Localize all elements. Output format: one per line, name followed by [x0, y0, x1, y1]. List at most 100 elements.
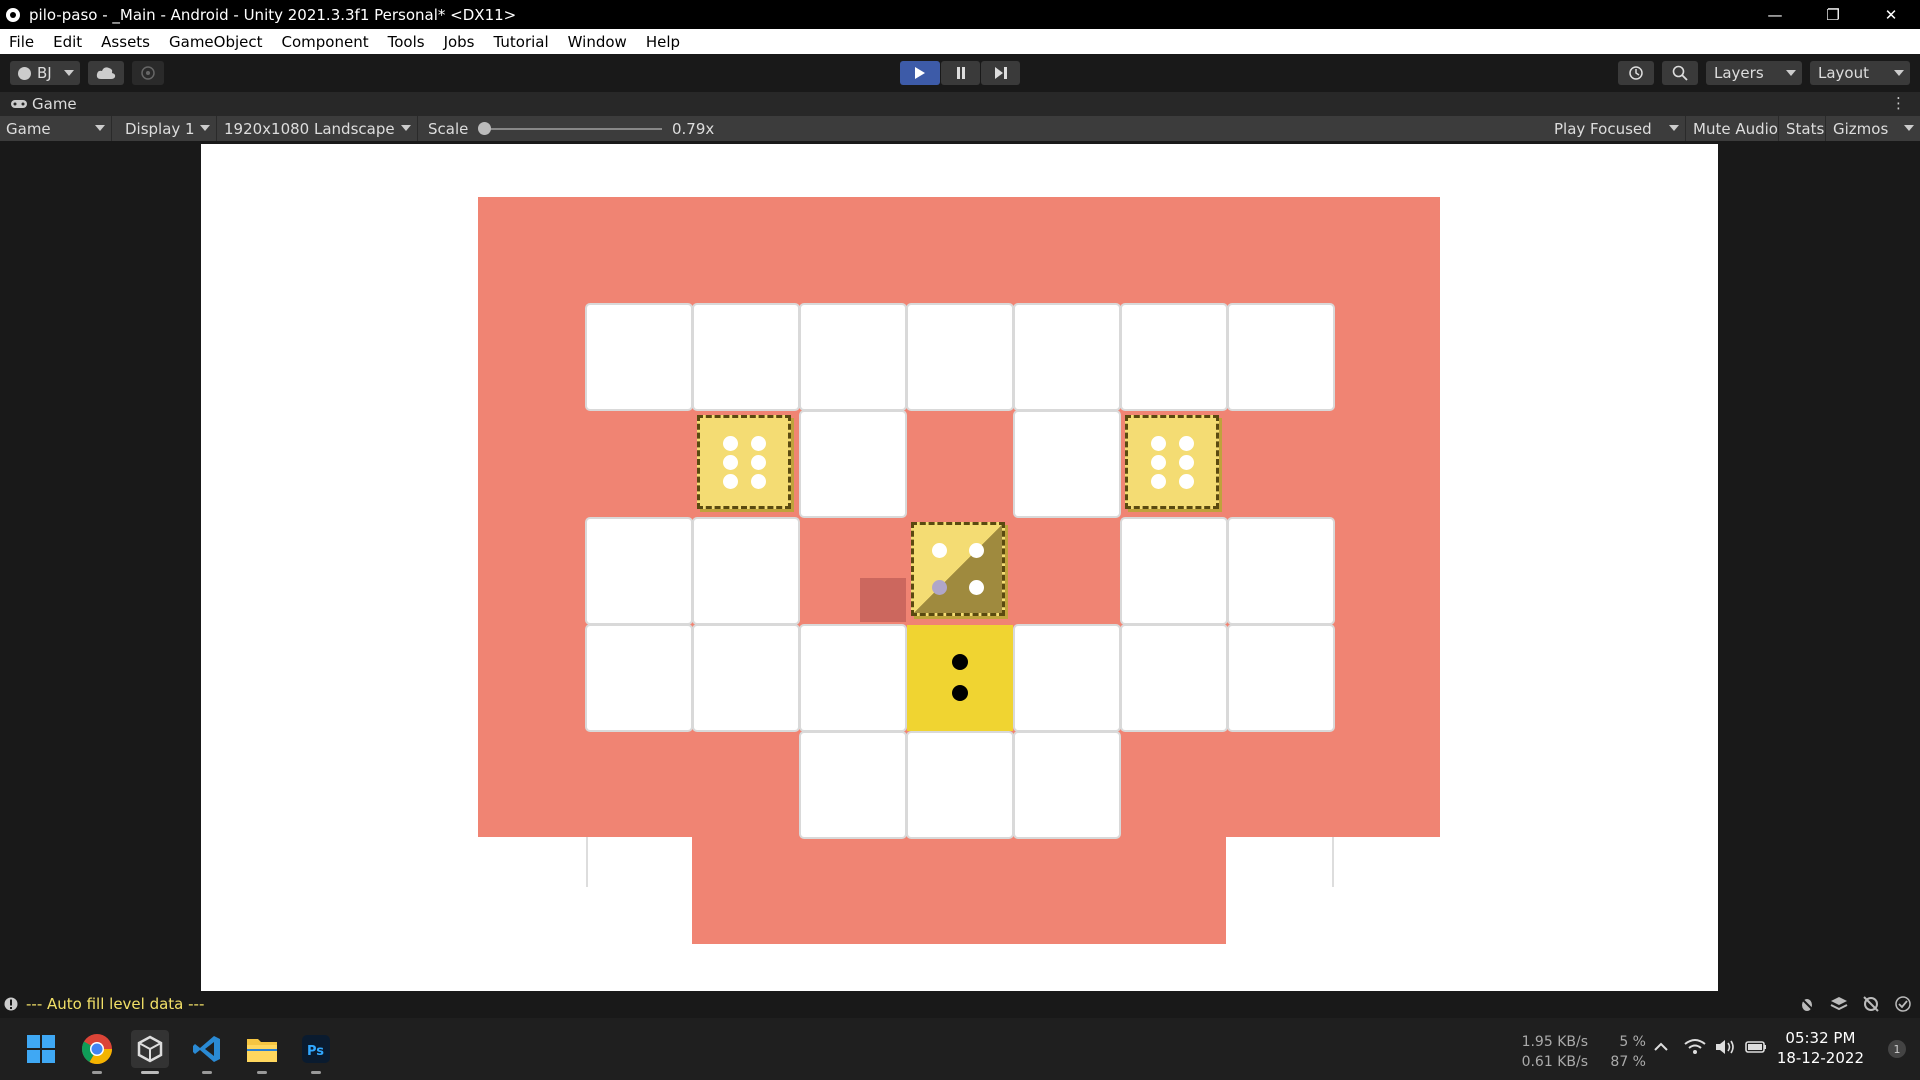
menu-jobs[interactable]: Jobs — [435, 33, 485, 51]
step-button[interactable] — [981, 61, 1020, 85]
photoshop-icon: Ps — [302, 1035, 330, 1063]
mute-audio-toggle[interactable]: Mute Audio — [1687, 116, 1779, 141]
taskbar-vscode[interactable] — [188, 1030, 226, 1074]
taskbar-unity[interactable] — [131, 1030, 169, 1074]
system-clock[interactable]: 05:32 PM 18-12-2022 — [1777, 1028, 1864, 1068]
pause-button[interactable] — [941, 61, 980, 85]
notification-badge[interactable]: 1 — [1888, 1040, 1906, 1058]
stats-toggle[interactable]: Stats — [1780, 116, 1826, 141]
board-cell[interactable] — [587, 305, 691, 409]
taskbar-file-explorer[interactable] — [243, 1030, 281, 1074]
board-cell[interactable] — [1229, 519, 1333, 623]
tab-game[interactable]: Game — [0, 95, 77, 113]
volume-icon[interactable] — [1714, 1038, 1736, 1060]
board-cell[interactable] — [1122, 305, 1226, 409]
menu-edit[interactable]: Edit — [44, 33, 92, 51]
wifi-icon[interactable] — [1684, 1038, 1706, 1060]
play-focused-dropdown[interactable]: Play Focused — [1548, 116, 1686, 141]
game-canvas[interactable] — [201, 144, 1718, 991]
board-cell[interactable] — [694, 305, 798, 409]
board-cell[interactable] — [1015, 733, 1119, 837]
board-cell[interactable] — [1122, 626, 1226, 730]
taskbar-chrome[interactable] — [78, 1030, 116, 1074]
unity-logo-icon — [6, 7, 20, 22]
menu-help[interactable]: Help — [637, 33, 690, 51]
network-speed: 1.95 KB/s 0.61 KB/s — [1500, 1032, 1588, 1072]
net-down-value: 0.61 KB/s — [1521, 1054, 1588, 1070]
resolution-dropdown[interactable]: 1920x1080 Landscape — [218, 116, 418, 141]
taskbar-photoshop[interactable]: Ps — [297, 1030, 335, 1074]
chevron-down-icon — [1669, 125, 1679, 131]
cloud-button[interactable] — [88, 61, 124, 85]
board-cell[interactable] — [1015, 305, 1119, 409]
minimize-button[interactable]: — — [1746, 0, 1804, 29]
board-cell[interactable] — [1122, 519, 1226, 623]
scale-slider-handle[interactable] — [478, 122, 491, 135]
pause-icon — [956, 67, 965, 79]
board-cell[interactable] — [908, 305, 1012, 409]
board-cell[interactable] — [694, 519, 798, 623]
board-cell[interactable] — [908, 733, 1012, 837]
board-cell[interactable] — [801, 733, 905, 837]
gamepad-icon — [11, 100, 27, 108]
player-dice[interactable] — [907, 625, 1013, 731]
cloud-icon — [96, 67, 116, 79]
chevron-down-icon — [200, 125, 210, 131]
chrome-icon — [81, 1034, 112, 1065]
restore-button[interactable]: ❐ — [1804, 0, 1862, 29]
menu-component[interactable]: Component — [273, 33, 379, 51]
menu-gameobject[interactable]: GameObject — [160, 33, 273, 51]
board-cell[interactable] — [801, 412, 905, 516]
bug-icon[interactable] — [1798, 995, 1816, 1013]
dice-target-four — [911, 522, 1005, 616]
windows-taskbar: Ps 1.95 KB/s 0.61 KB/s 5 % 87 % 05:32 PM… — [0, 1018, 1920, 1080]
menu-file[interactable]: File — [0, 33, 44, 51]
board-cell[interactable] — [1229, 626, 1333, 730]
svg-text:Ps: Ps — [307, 1044, 324, 1059]
menu-assets[interactable]: Assets — [92, 33, 160, 51]
layout-dropdown[interactable]: Layout — [1810, 61, 1910, 85]
board-cell[interactable] — [587, 626, 691, 730]
menu-window[interactable]: Window — [559, 33, 637, 51]
menu-tutorial[interactable]: Tutorial — [485, 33, 559, 51]
mute-audio-label: Mute Audio — [1693, 119, 1778, 138]
board-cell[interactable] — [801, 305, 905, 409]
step-icon — [994, 67, 1007, 79]
play-button[interactable] — [900, 61, 940, 85]
board-post — [586, 837, 588, 887]
board-cell[interactable] — [587, 519, 691, 623]
window-title: pilo-paso - _Main - Android - Unity 2021… — [29, 5, 517, 24]
stats-label: Stats — [1786, 119, 1825, 138]
check-circle-icon[interactable] — [1894, 995, 1912, 1013]
chevron-down-icon — [1786, 70, 1796, 76]
close-button[interactable]: ✕ — [1862, 0, 1920, 29]
board-cell[interactable] — [1015, 626, 1119, 730]
layers-dropdown[interactable]: Layers — [1706, 61, 1802, 85]
kebab-menu-icon[interactable]: ⋮ — [1891, 94, 1906, 112]
scale-label: Scale — [428, 119, 469, 138]
tray-overflow-chevron-icon[interactable] — [1652, 1038, 1670, 1060]
layers-icon[interactable] — [1830, 995, 1848, 1013]
collab-button[interactable] — [132, 61, 164, 85]
status-message[interactable]: --- Auto fill level data --- — [26, 995, 204, 1013]
menu-tools[interactable]: Tools — [379, 33, 435, 51]
search-button[interactable] — [1662, 61, 1698, 85]
gizmos-dropdown[interactable]: Gizmos — [1827, 116, 1920, 141]
board-cell[interactable] — [1015, 412, 1119, 516]
dice-shadow — [860, 578, 906, 622]
sync-off-icon[interactable] — [1862, 995, 1880, 1013]
board-cell[interactable] — [801, 626, 905, 730]
start-button[interactable] — [22, 1030, 60, 1068]
resolution-label: 1920x1080 Landscape — [224, 119, 395, 138]
tab-game-label: Game — [32, 95, 77, 113]
chevron-down-icon — [64, 70, 74, 76]
history-button[interactable] — [1618, 61, 1654, 85]
board-cell[interactable] — [694, 626, 798, 730]
scale-slider[interactable] — [478, 122, 662, 135]
battery-icon[interactable] — [1744, 1038, 1768, 1060]
clock-time: 05:32 PM — [1785, 1029, 1856, 1047]
board-cell[interactable] — [1229, 305, 1333, 409]
display-dropdown[interactable]: Display 1 — [119, 116, 217, 141]
view-dropdown[interactable]: Game — [0, 116, 112, 141]
account-dropdown[interactable]: BJ — [10, 61, 80, 85]
